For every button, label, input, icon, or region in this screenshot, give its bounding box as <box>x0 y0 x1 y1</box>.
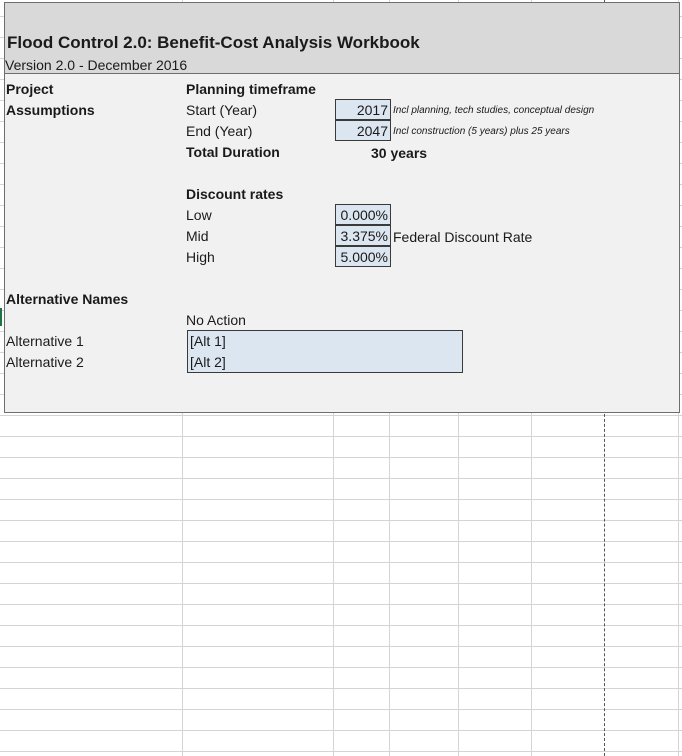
row-gridline <box>0 478 682 479</box>
planning-timeframe-heading[interactable]: Planning timeframe <box>186 80 316 98</box>
row-gridline <box>0 688 682 689</box>
federal-discount-rate-note[interactable]: Federal Discount Rate <box>393 228 532 246</box>
row-gridline <box>0 751 682 752</box>
workbook-panel: Flood Control 2.0: Benefit-Cost Analysis… <box>4 2 680 413</box>
active-cell-indicator <box>0 308 2 326</box>
discount-mid-label[interactable]: Mid <box>186 227 209 245</box>
start-year-note[interactable]: Incl planning, tech studies, conceptual … <box>393 102 594 120</box>
row-gridline <box>0 520 682 521</box>
row-gridline <box>0 625 682 626</box>
alternative-1-label[interactable]: Alternative 1 <box>6 332 84 350</box>
workbook-title[interactable]: Flood Control 2.0: Benefit-Cost Analysis… <box>7 32 420 54</box>
end-year-label[interactable]: End (Year) <box>186 122 252 140</box>
alternative-1-input[interactable]: [Alt 1] <box>188 331 464 351</box>
row-gridline <box>0 730 682 731</box>
header-band: Flood Control 2.0: Benefit-Cost Analysis… <box>5 3 679 74</box>
no-action-label[interactable]: No Action <box>186 311 246 329</box>
row-gridline <box>0 562 682 563</box>
start-year-input[interactable]: 2017 <box>335 99 391 120</box>
discount-rates-heading[interactable]: Discount rates <box>186 185 283 203</box>
row-gridline <box>0 667 682 668</box>
row-gridline <box>0 646 682 647</box>
alternative-2-input[interactable]: [Alt 2] <box>188 352 464 372</box>
row-gridline <box>0 541 682 542</box>
alternative-names-input-box: [Alt 1] [Alt 2] <box>187 330 463 373</box>
discount-high-input[interactable]: 5.000% <box>335 246 391 267</box>
discount-low-label[interactable]: Low <box>186 206 212 224</box>
row-gridline <box>0 604 682 605</box>
total-duration-label[interactable]: Total Duration <box>186 143 280 161</box>
row-gridline <box>0 709 682 710</box>
start-year-label[interactable]: Start (Year) <box>186 101 257 119</box>
alternative-2-label[interactable]: Alternative 2 <box>6 353 84 371</box>
end-year-input[interactable]: 2047 <box>335 120 391 141</box>
discount-high-label[interactable]: High <box>186 248 215 266</box>
alternative-names-heading[interactable]: Alternative Names <box>6 290 128 308</box>
row-gridline <box>0 415 682 416</box>
project-label[interactable]: Project <box>6 80 53 98</box>
end-year-note[interactable]: Incl construction (5 years) plus 25 year… <box>393 123 570 141</box>
row-gridline <box>0 457 682 458</box>
assumptions-label[interactable]: Assumptions <box>6 101 95 119</box>
row-gridline <box>0 499 682 500</box>
discount-low-input[interactable]: 0.000% <box>335 204 391 225</box>
row-gridline <box>0 583 682 584</box>
workbook-version[interactable]: Version 2.0 - December 2016 <box>5 56 187 74</box>
row-gridline <box>0 436 682 437</box>
total-duration-value[interactable]: 30 years <box>371 144 427 162</box>
discount-mid-input[interactable]: 3.375% <box>335 225 391 246</box>
